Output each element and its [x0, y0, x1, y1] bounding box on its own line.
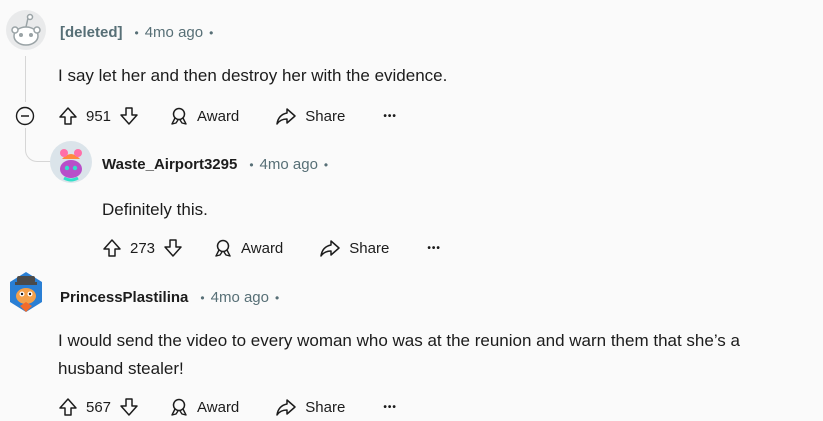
downvote-button[interactable]	[163, 238, 183, 258]
downvote-button[interactable]	[119, 106, 139, 126]
share-button[interactable]: Share	[275, 397, 345, 417]
award-button[interactable]: Award	[213, 238, 283, 258]
comment-meta: Waste_Airport3295 • 4mo ago •	[102, 156, 334, 173]
share-label: Share	[305, 107, 346, 125]
share-button[interactable]: Share	[319, 238, 389, 258]
separator-dot: •	[249, 157, 254, 172]
share-icon	[320, 240, 341, 257]
separator-dot: •	[200, 290, 205, 305]
avatar[interactable]	[6, 10, 46, 50]
upvote-icon	[59, 107, 77, 125]
more-options-button[interactable]: •••	[383, 402, 397, 413]
timestamp[interactable]: 4mo ago	[211, 289, 269, 306]
separator-dot: •	[209, 25, 214, 40]
upvote-button[interactable]	[102, 238, 122, 258]
timestamp[interactable]: 4mo ago	[145, 24, 203, 41]
downvote-icon	[120, 107, 138, 125]
more-options-button[interactable]: •••	[427, 243, 441, 254]
snoo-avatar-icon	[10, 272, 42, 312]
vote-count: 951	[86, 107, 112, 125]
comment-body-line: I would send the video to every woman wh…	[58, 331, 740, 350]
comment-body: Definitely this.	[102, 200, 208, 219]
separator-dot: •	[134, 25, 139, 40]
vote-count: 273	[130, 239, 156, 257]
award-button[interactable]: Award	[169, 106, 239, 126]
comment-meta: [deleted] • 4mo ago •	[60, 24, 219, 41]
downvote-button[interactable]	[119, 397, 139, 417]
comment-actions: 273 Award Share •••	[102, 238, 441, 258]
share-label: Share	[349, 239, 390, 257]
comment-actions: 567 Award Share •••	[58, 397, 397, 417]
comment-actions: 951 Award Share •••	[58, 106, 397, 126]
avatar[interactable]	[50, 141, 92, 183]
collapse-button[interactable]	[15, 106, 35, 126]
timestamp[interactable]: 4mo ago	[260, 156, 318, 173]
thread-branch	[25, 140, 53, 162]
downvote-icon	[164, 239, 182, 257]
separator-dot: •	[274, 290, 280, 305]
comment-body: I would send the video to every woman wh…	[58, 327, 823, 382]
award-label: Award	[241, 239, 284, 257]
award-icon	[215, 239, 231, 257]
award-label: Award	[197, 398, 240, 416]
snoo-avatar-icon	[11, 13, 41, 46]
downvote-icon	[120, 398, 138, 416]
username[interactable]: Waste_Airport3295	[102, 156, 237, 173]
upvote-icon	[59, 398, 77, 416]
award-label: Award	[197, 107, 240, 125]
avatar[interactable]	[6, 268, 46, 314]
upvote-button[interactable]	[58, 397, 78, 417]
comment-body: I say let her and then destroy her with …	[58, 66, 448, 85]
share-icon	[276, 108, 297, 125]
award-icon	[171, 107, 187, 125]
thread-line	[25, 128, 26, 140]
vote-count: 567	[86, 398, 112, 416]
snoo-avatar-icon	[60, 149, 82, 182]
comment-body-line: husband stealer!	[58, 359, 184, 378]
username[interactable]: [deleted]	[60, 24, 123, 41]
award-icon	[171, 398, 187, 416]
share-icon	[276, 399, 297, 416]
award-button[interactable]: Award	[169, 397, 239, 417]
upvote-icon	[103, 239, 121, 257]
more-options-button[interactable]: •••	[383, 111, 397, 122]
separator-dot: •	[323, 157, 329, 172]
share-label: Share	[305, 398, 346, 416]
collapse-icon	[15, 106, 35, 126]
thread-line	[25, 56, 26, 102]
upvote-button[interactable]	[58, 106, 78, 126]
share-button[interactable]: Share	[275, 106, 345, 126]
comment-meta: PrincessPlastilina • 4mo ago •	[60, 289, 285, 306]
username[interactable]: PrincessPlastilina	[60, 289, 188, 306]
